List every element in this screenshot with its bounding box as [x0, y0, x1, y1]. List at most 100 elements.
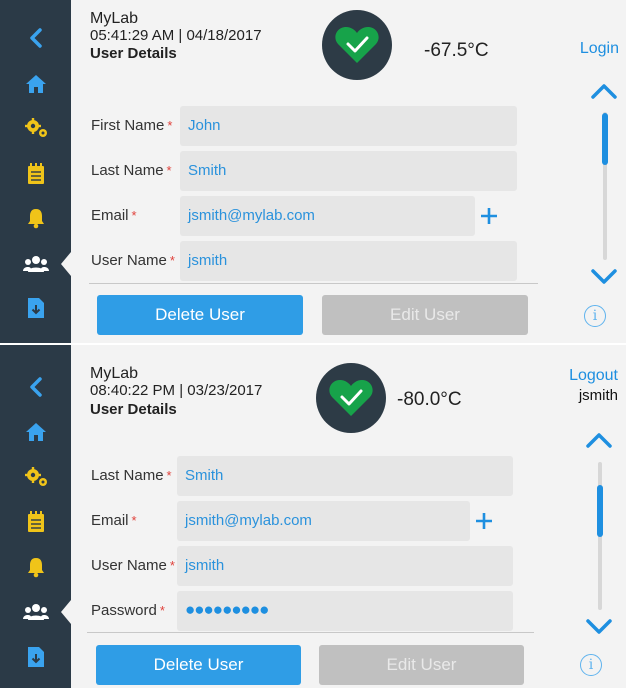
page-title: User Details: [90, 45, 177, 62]
sidebar-item-notepad[interactable]: [0, 154, 71, 194]
sidebar-item-settings[interactable]: [0, 457, 71, 497]
chevron-left-icon: [29, 28, 42, 48]
datetime: 05:41:29 AM | 04/18/2017: [90, 27, 262, 44]
required-marker: *: [131, 513, 137, 528]
divider: [87, 632, 534, 633]
required-marker: *: [167, 118, 173, 133]
users-icon: [22, 604, 49, 620]
screen-1: MyLab 05:41:29 AM | 04/18/2017 User Deta…: [0, 0, 626, 343]
password-field[interactable]: ●●●●●●●●●: [177, 591, 513, 631]
sidebar-item-home[interactable]: [0, 412, 71, 452]
app-name: MyLab: [90, 365, 139, 382]
form-row-email: Email * jsmith@mylab.com: [71, 196, 541, 236]
required-marker: *: [166, 468, 172, 483]
field-label: User Name: [91, 252, 167, 269]
field-label: First Name: [91, 117, 165, 134]
info-icon[interactable]: i: [584, 305, 606, 327]
sidebar-item-notepad[interactable]: [0, 502, 71, 542]
bell-icon: [27, 209, 44, 229]
main-content: MyLab 05:41:29 AM | 04/18/2017 User Deta…: [71, 0, 626, 343]
back-button[interactable]: [0, 18, 71, 58]
back-button[interactable]: [0, 367, 71, 407]
first-name-field[interactable]: John: [180, 106, 517, 146]
add-email-button[interactable]: [472, 509, 496, 533]
sidebar-item-home[interactable]: [0, 64, 71, 104]
notepad-icon: [27, 511, 44, 532]
delete-user-button[interactable]: Delete User: [97, 295, 303, 335]
form-row-email: Email * jsmith@mylab.com: [71, 501, 541, 541]
gears-icon: [24, 467, 47, 486]
logout-link[interactable]: Logout: [569, 367, 618, 385]
required-marker: *: [131, 208, 137, 223]
email-field[interactable]: jsmith@mylab.com: [177, 501, 470, 541]
field-label: Password: [91, 602, 157, 619]
chevron-left-icon: [29, 377, 42, 397]
user-name-field[interactable]: jsmith: [177, 546, 513, 586]
form-row-last-name: Last Name * Smith: [71, 456, 541, 496]
plus-icon: [476, 513, 492, 529]
delete-user-button[interactable]: Delete User: [96, 645, 301, 685]
sidebar-item-alarms[interactable]: [0, 198, 71, 238]
datetime: 08:40:22 PM | 03/23/2017: [90, 382, 263, 399]
chevron-down-icon: [591, 269, 617, 284]
field-label: Last Name: [91, 162, 164, 179]
page-title: User Details: [90, 401, 177, 418]
last-name-field[interactable]: Smith: [177, 456, 513, 496]
sidebar-item-users[interactable]: [0, 244, 71, 284]
heart-check-icon: [329, 380, 373, 416]
bell-icon: [27, 558, 44, 578]
info-icon[interactable]: i: [580, 654, 602, 676]
sidebar-item-settings[interactable]: [0, 108, 71, 148]
required-marker: *: [169, 558, 175, 573]
field-label: Email: [91, 207, 129, 224]
app-name: MyLab: [90, 10, 139, 27]
gears-icon: [24, 118, 47, 137]
sidebar-item-alarms[interactable]: [0, 547, 71, 587]
scrollbar-thumb[interactable]: [602, 113, 608, 165]
sidebar-item-users[interactable]: [0, 592, 71, 632]
login-link[interactable]: Login: [580, 40, 619, 58]
sidebar-item-export[interactable]: [0, 637, 71, 677]
scroll-down-button[interactable]: [590, 268, 618, 286]
sidebar: [0, 0, 71, 343]
form-row-user-name: User Name * jsmith: [71, 546, 541, 586]
form-row-user-name: User Name * jsmith: [71, 241, 541, 281]
scroll-up-button[interactable]: [585, 431, 613, 449]
divider: [89, 283, 538, 284]
home-icon: [25, 423, 46, 441]
file-download-icon: [27, 298, 44, 318]
plus-icon: [481, 208, 497, 224]
status-indicator[interactable]: [316, 363, 386, 433]
scrollbar-thumb[interactable]: [597, 485, 603, 537]
form-row-last-name: Last Name * Smith: [71, 151, 541, 191]
scroll-down-button[interactable]: [585, 618, 613, 636]
required-marker: *: [169, 253, 175, 268]
field-label: Last Name: [91, 467, 164, 484]
user-name-field[interactable]: jsmith: [180, 241, 517, 281]
form-row-password: Password * ●●●●●●●●●: [71, 591, 541, 631]
sidebar-item-export[interactable]: [0, 288, 71, 328]
status-indicator[interactable]: [322, 10, 392, 80]
home-icon: [25, 75, 46, 93]
file-download-icon: [27, 647, 44, 667]
screen-2: MyLab 08:40:22 PM | 03/23/2017 User Deta…: [0, 345, 626, 688]
edit-user-button[interactable]: Edit User: [319, 645, 524, 685]
notepad-icon: [27, 163, 44, 184]
current-username: jsmith: [578, 387, 618, 404]
email-field[interactable]: jsmith@mylab.com: [180, 196, 475, 236]
add-email-button[interactable]: [477, 204, 501, 228]
sidebar: [0, 345, 71, 688]
users-icon: [22, 256, 49, 272]
temperature-readout: -67.5°C: [424, 40, 489, 61]
edit-user-button[interactable]: Edit User: [322, 295, 528, 335]
chevron-up-icon: [591, 84, 617, 99]
chevron-up-icon: [586, 433, 612, 448]
form-row-first-name: First Name * John: [71, 106, 541, 146]
main-content: MyLab 08:40:22 PM | 03/23/2017 User Deta…: [71, 345, 626, 688]
required-marker: *: [159, 603, 165, 618]
field-label: Email: [91, 512, 129, 529]
scroll-up-button[interactable]: [590, 82, 618, 100]
temperature-readout: -80.0°C: [397, 389, 462, 410]
last-name-field[interactable]: Smith: [180, 151, 517, 191]
required-marker: *: [166, 163, 172, 178]
